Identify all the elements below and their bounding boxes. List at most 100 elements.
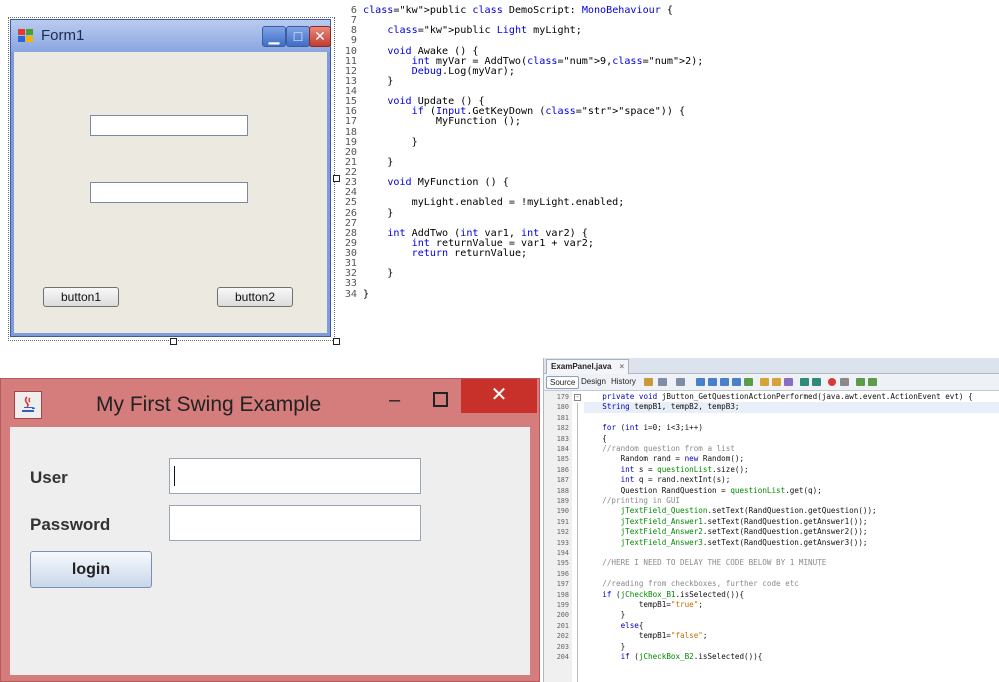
password-label: Password — [30, 515, 111, 534]
line-number: 200 — [556, 611, 569, 620]
swing-minimize-icon[interactable]: – — [389, 389, 400, 412]
line-number: 179 — [556, 393, 569, 401]
tab-close-icon[interactable]: × — [619, 362, 624, 371]
code-line: //random question from a list — [584, 444, 735, 453]
line-number: 203 — [556, 642, 569, 651]
line-number: 34 — [344, 288, 357, 300]
find-selection-icon[interactable] — [732, 378, 741, 386]
resize-handle-bottom[interactable] — [170, 338, 177, 345]
shift-right-icon[interactable] — [812, 378, 821, 386]
close-button[interactable]: ✕ — [309, 26, 331, 47]
code-line: 30 return returnValue; — [343, 248, 673, 259]
back-icon[interactable] — [644, 378, 653, 386]
winform-window: Form1 ▁ □ ✕ button1 button2 — [10, 19, 331, 337]
code-line: for (int i=0; i<3;i++) — [602, 423, 703, 433]
code-line: 34} — [343, 288, 673, 300]
line-text: myLight.enabled = !myLight.enabled; — [363, 197, 625, 209]
toggle-icon[interactable] — [658, 378, 667, 386]
source-button[interactable]: Source — [546, 376, 580, 389]
record-macro-icon[interactable] — [828, 378, 836, 386]
line-number: 9 — [350, 35, 357, 47]
navigate-icon[interactable] — [676, 378, 685, 386]
button2[interactable]: button2 — [217, 287, 293, 307]
find-icon[interactable] — [696, 378, 705, 386]
find-previous-icon[interactable] — [708, 378, 717, 386]
maximize-button[interactable]: □ — [286, 26, 310, 47]
line-text: return returnValue; — [411, 248, 528, 259]
code-line: 33 — [343, 279, 673, 289]
uncomment-icon[interactable] — [868, 378, 877, 386]
close-icon: ✕ — [314, 28, 326, 44]
line-number: 197 — [556, 580, 569, 589]
swing-close-button[interactable]: ✕ — [461, 379, 537, 413]
code-line: jTextField_Answer2.setText(RandQuestion.… — [620, 527, 868, 537]
line-number: 185 — [556, 455, 569, 464]
stop-macro-icon[interactable] — [840, 378, 849, 386]
unity-code-listing: 6 class="kw">public class DemoScript: Mon… — [343, 5, 704, 300]
line-text: } — [363, 75, 394, 87]
minimize-button[interactable]: ▁ — [262, 26, 286, 47]
toggle-highlight-icon[interactable] — [744, 378, 753, 386]
line-number: 190 — [556, 507, 569, 516]
winform-titlebar[interactable]: Form1 ▁ □ ✕ — [11, 20, 331, 52]
code-line: 26 } — [343, 208, 673, 219]
line-number: 183 — [556, 434, 569, 443]
code-line: if (jCheckBox_B2.isSelected()){ — [620, 652, 763, 661]
history-button[interactable]: History — [608, 376, 639, 387]
code-line: int s = questionList.size(); — [620, 464, 749, 474]
editor-tabbar: ExamPanel.java × — [544, 358, 999, 374]
minimize-icon: ▁ — [268, 28, 280, 44]
line-text: } — [363, 288, 370, 300]
line-number: 188 — [556, 486, 569, 495]
fold-collapse-icon[interactable]: - — [574, 394, 581, 401]
shift-left-icon[interactable] — [800, 378, 809, 386]
code-line: //printing in GUI — [584, 496, 681, 505]
tab-exampanel[interactable]: ExamPanel.java × — [546, 359, 630, 374]
code-line: jTextField_Answer1.setText(RandQuestion.… — [620, 516, 868, 526]
bookmark-next-icon[interactable] — [772, 378, 781, 386]
code-line: 19 } — [343, 137, 673, 148]
line-text: class="kw">public Light myLight; — [387, 25, 582, 37]
code-line: //reading from checkboxes, further code … — [584, 579, 799, 589]
login-button[interactable]: login — [30, 551, 152, 588]
code-line: 32 } — [343, 269, 673, 279]
line-number: 204 — [556, 653, 569, 661]
macro-icon[interactable] — [784, 378, 793, 386]
resize-handle-right[interactable] — [333, 175, 340, 182]
tab-label: ExamPanel.java — [551, 362, 612, 371]
java-code-area[interactable]: private void jButton_GetQuestionActionPe… — [584, 391, 999, 682]
editor-toolbar: Source Design History — [544, 374, 999, 391]
user-label: User — [30, 468, 68, 487]
swing-maximize-icon[interactable] — [433, 392, 448, 407]
comment-icon[interactable] — [856, 378, 865, 386]
maximize-icon: □ — [293, 28, 303, 44]
button1[interactable]: button1 — [43, 287, 119, 307]
code-line: Random rand = new Random(); — [584, 454, 745, 464]
line-number: 194 — [556, 549, 569, 557]
code-line: 23 void MyFunction () { — [343, 177, 673, 188]
java-icon — [14, 391, 42, 419]
line-number: 192 — [556, 528, 569, 537]
code-line: private void jButton_GetQuestionActionPe… — [602, 392, 973, 401]
design-button[interactable]: Design — [578, 376, 609, 387]
fold-margin: - — [572, 391, 584, 682]
textbox-2[interactable] — [90, 182, 248, 203]
code-line: tempB1="true"; — [584, 600, 703, 609]
find-next-icon[interactable] — [720, 378, 729, 386]
code-line: 6 class="kw">public class DemoScript: Mon… — [343, 5, 673, 16]
swing-title: My First Swing Example — [96, 393, 322, 416]
bookmark-icon[interactable] — [760, 378, 769, 386]
textbox-1[interactable] — [90, 115, 248, 136]
code-line: Question RandQuestion = questionList.get… — [584, 485, 822, 495]
line-number: 202 — [556, 632, 569, 641]
code-line: 17 MyFunction (); — [343, 117, 673, 127]
code-line: 13 } — [343, 75, 673, 87]
code-line: 21 } — [343, 157, 673, 168]
user-field[interactable] — [169, 458, 421, 494]
resize-handle-corner[interactable] — [333, 338, 340, 345]
fold-guide-line — [577, 403, 578, 682]
password-field[interactable] — [169, 505, 421, 541]
line-number: 182 — [556, 424, 569, 433]
swing-content-pane: User Password login — [10, 427, 530, 675]
text-caret — [174, 466, 175, 486]
